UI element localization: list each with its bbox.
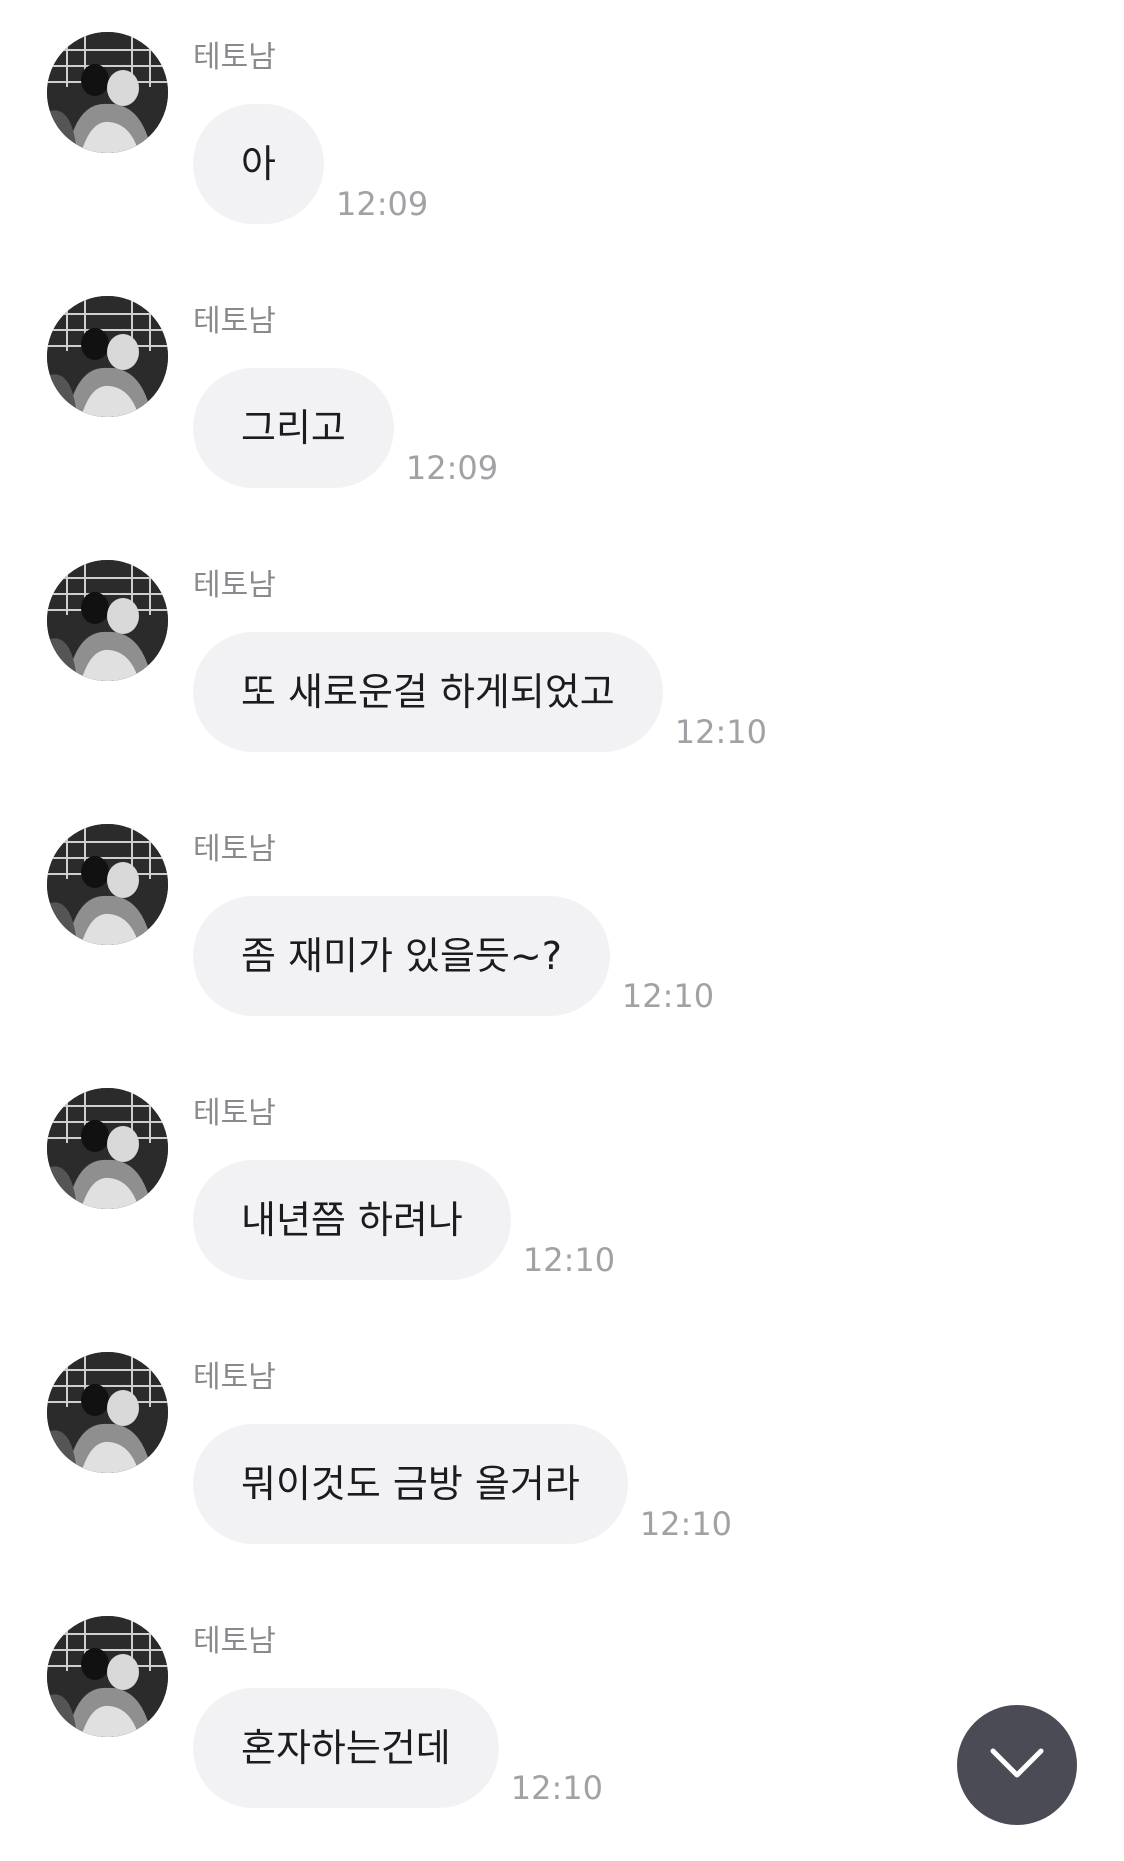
message-bubble[interactable]: 그리고 [193, 368, 394, 488]
message-item: 테토남 아 12:09 [0, 0, 1124, 264]
sender-name: 테토남 [193, 568, 276, 603]
message-bubble[interactable]: 아 [193, 104, 324, 224]
sender-name: 테토남 [193, 40, 276, 75]
message-time: 12:10 [522, 1241, 616, 1279]
message-bubble[interactable]: 내년쯤 하려나 [193, 1160, 511, 1280]
chevron-down-icon [989, 1747, 1045, 1783]
avatar[interactable] [47, 296, 168, 417]
message-row: 혼자하는건데 12:10 [193, 1688, 603, 1808]
message-time: 12:10 [621, 977, 715, 1015]
message-time: 12:10 [639, 1505, 733, 1543]
avatar[interactable] [47, 32, 168, 153]
scroll-to-bottom-button[interactable] [957, 1705, 1077, 1825]
message-item: 테토남 좀 재미가 있을듯~? 12:10 [0, 792, 1124, 1056]
message-time: 12:10 [674, 713, 767, 751]
message-bubble[interactable]: 또 새로운걸 하게되었고 [193, 632, 663, 752]
avatar[interactable] [47, 824, 168, 945]
message-row: 그리고 12:09 [193, 368, 498, 488]
chat-message-list[interactable]: 테토남 아 12:09 테토남 그리고 12:09 테토남 또 새로운걸 하게되… [0, 0, 1124, 1861]
message-item: 테토남 내년쯤 하려나 12:10 [0, 1056, 1124, 1320]
message-row: 또 새로운걸 하게되었고 12:10 [193, 632, 767, 752]
message-item: 테토남 또 새로운걸 하게되었고 12:10 [0, 528, 1124, 792]
message-item: 테토남 혼자하는건데 12:10 [0, 1584, 1124, 1848]
message-item: 테토남 뭐이것도 금방 올거라 12:10 [0, 1320, 1124, 1584]
message-row: 좀 재미가 있을듯~? 12:10 [193, 896, 714, 1016]
message-bubble[interactable]: 혼자하는건데 [193, 1688, 499, 1808]
sender-name: 테토남 [193, 304, 276, 339]
message-bubble[interactable]: 뭐이것도 금방 올거라 [193, 1424, 628, 1544]
avatar[interactable] [47, 1352, 168, 1473]
sender-name: 테토남 [193, 1096, 276, 1131]
message-row: 아 12:09 [193, 104, 428, 224]
message-row: 내년쯤 하려나 12:10 [193, 1160, 615, 1280]
avatar[interactable] [47, 560, 168, 681]
sender-name: 테토남 [193, 832, 276, 867]
message-item: 테토남 그리고 12:09 [0, 264, 1124, 528]
avatar[interactable] [47, 1088, 168, 1209]
message-time: 12:09 [335, 185, 429, 223]
message-time: 12:09 [405, 449, 499, 487]
message-bubble[interactable]: 좀 재미가 있을듯~? [193, 896, 610, 1016]
sender-name: 테토남 [193, 1360, 276, 1395]
sender-name: 테토남 [193, 1624, 276, 1659]
message-row: 뭐이것도 금방 올거라 12:10 [193, 1424, 732, 1544]
message-time: 12:10 [510, 1769, 603, 1807]
avatar[interactable] [47, 1616, 168, 1737]
